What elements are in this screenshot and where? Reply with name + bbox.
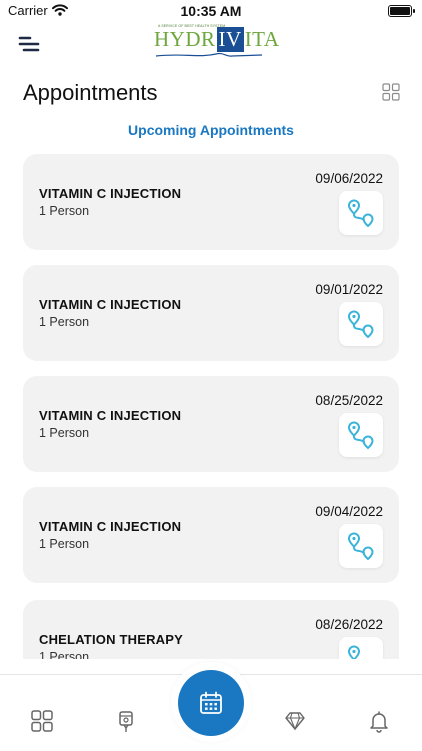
logo-part-3: ITA — [244, 27, 280, 51]
tab-appointments[interactable] — [178, 670, 244, 736]
appointment-card[interactable]: CHELATION THERAPY 1 Person 08/26/2022 — [23, 600, 399, 659]
route-icon — [347, 199, 374, 228]
appointment-card[interactable]: VITAMIN C INJECTION 1 Person 09/06/2022 — [23, 154, 399, 250]
appointment-card[interactable]: VITAMIN C INJECTION 1 Person 08/25/2022 — [23, 376, 399, 472]
route-icon — [347, 421, 374, 450]
directions-button[interactable] — [339, 524, 383, 568]
directions-button[interactable] — [339, 637, 383, 659]
directions-button[interactable] — [339, 413, 383, 457]
appointment-service: VITAMIN C INJECTION — [39, 519, 182, 534]
appointment-date: 09/06/2022 — [315, 171, 383, 186]
appointment-service: VITAMIN C INJECTION — [39, 186, 182, 201]
appointment-service: VITAMIN C INJECTION — [39, 408, 182, 423]
appointment-service: VITAMIN C INJECTION — [39, 297, 182, 312]
tab-memberships[interactable] — [283, 709, 307, 733]
hydrivita-logo: A SERVICE OF BEST HEALTH SYSTEM HYDR IV IT… — [154, 22, 279, 62]
clock: 10:35 AM — [180, 3, 242, 19]
section-title: Upcoming Appointments — [128, 122, 294, 138]
appointment-date: 09/01/2022 — [315, 282, 383, 297]
directions-button[interactable] — [339, 191, 383, 235]
directions-button[interactable] — [339, 302, 383, 346]
appointment-card[interactable]: VITAMIN C INJECTION 1 Person 09/01/2022 — [23, 265, 399, 361]
iv-bag-icon — [119, 711, 133, 732]
tab-dashboard[interactable] — [30, 709, 54, 733]
battery-icon — [388, 5, 415, 17]
appointment-list[interactable]: VITAMIN C INJECTION 1 Person 09/06/2022 … — [0, 154, 422, 659]
appointment-date: 08/26/2022 — [315, 617, 383, 632]
page-title: Appointments — [23, 80, 158, 105]
menu-button[interactable] — [18, 34, 42, 54]
route-icon — [347, 532, 374, 561]
status-bar: Carrier 10:35 AM — [0, 0, 422, 22]
logo-part-1: HYDR — [154, 27, 216, 51]
logo-swoosh — [155, 52, 263, 57]
tab-notifications[interactable] — [367, 709, 391, 733]
appointment-card[interactable]: VITAMIN C INJECTION 1 Person 09/04/2022 — [23, 487, 399, 583]
route-icon — [347, 645, 361, 659]
logo-part-iv: IV — [216, 27, 244, 52]
bell-icon — [370, 711, 388, 733]
appointment-date: 09/04/2022 — [315, 504, 383, 519]
appointment-date: 08/25/2022 — [315, 393, 383, 408]
view-toggle-button[interactable] — [382, 83, 400, 101]
appointment-people: 1 Person — [39, 315, 90, 329]
menu-icon — [18, 36, 40, 52]
appointment-people: 1 Person — [39, 204, 90, 218]
calendar-icon — [200, 691, 222, 714]
route-icon — [347, 310, 374, 339]
appointment-service: CHELATION THERAPY — [39, 632, 183, 647]
logo-wordmark: HYDR IV ITA — [154, 27, 280, 52]
diamond-icon — [285, 712, 305, 731]
grid-icon — [382, 83, 400, 101]
grid-icon — [31, 710, 53, 732]
appointment-people: 1 Person — [39, 537, 90, 551]
tab-iv-therapy[interactable] — [114, 709, 138, 733]
appointment-people: 1 Person — [39, 426, 90, 440]
appointment-people: 1 Person — [39, 650, 90, 659]
